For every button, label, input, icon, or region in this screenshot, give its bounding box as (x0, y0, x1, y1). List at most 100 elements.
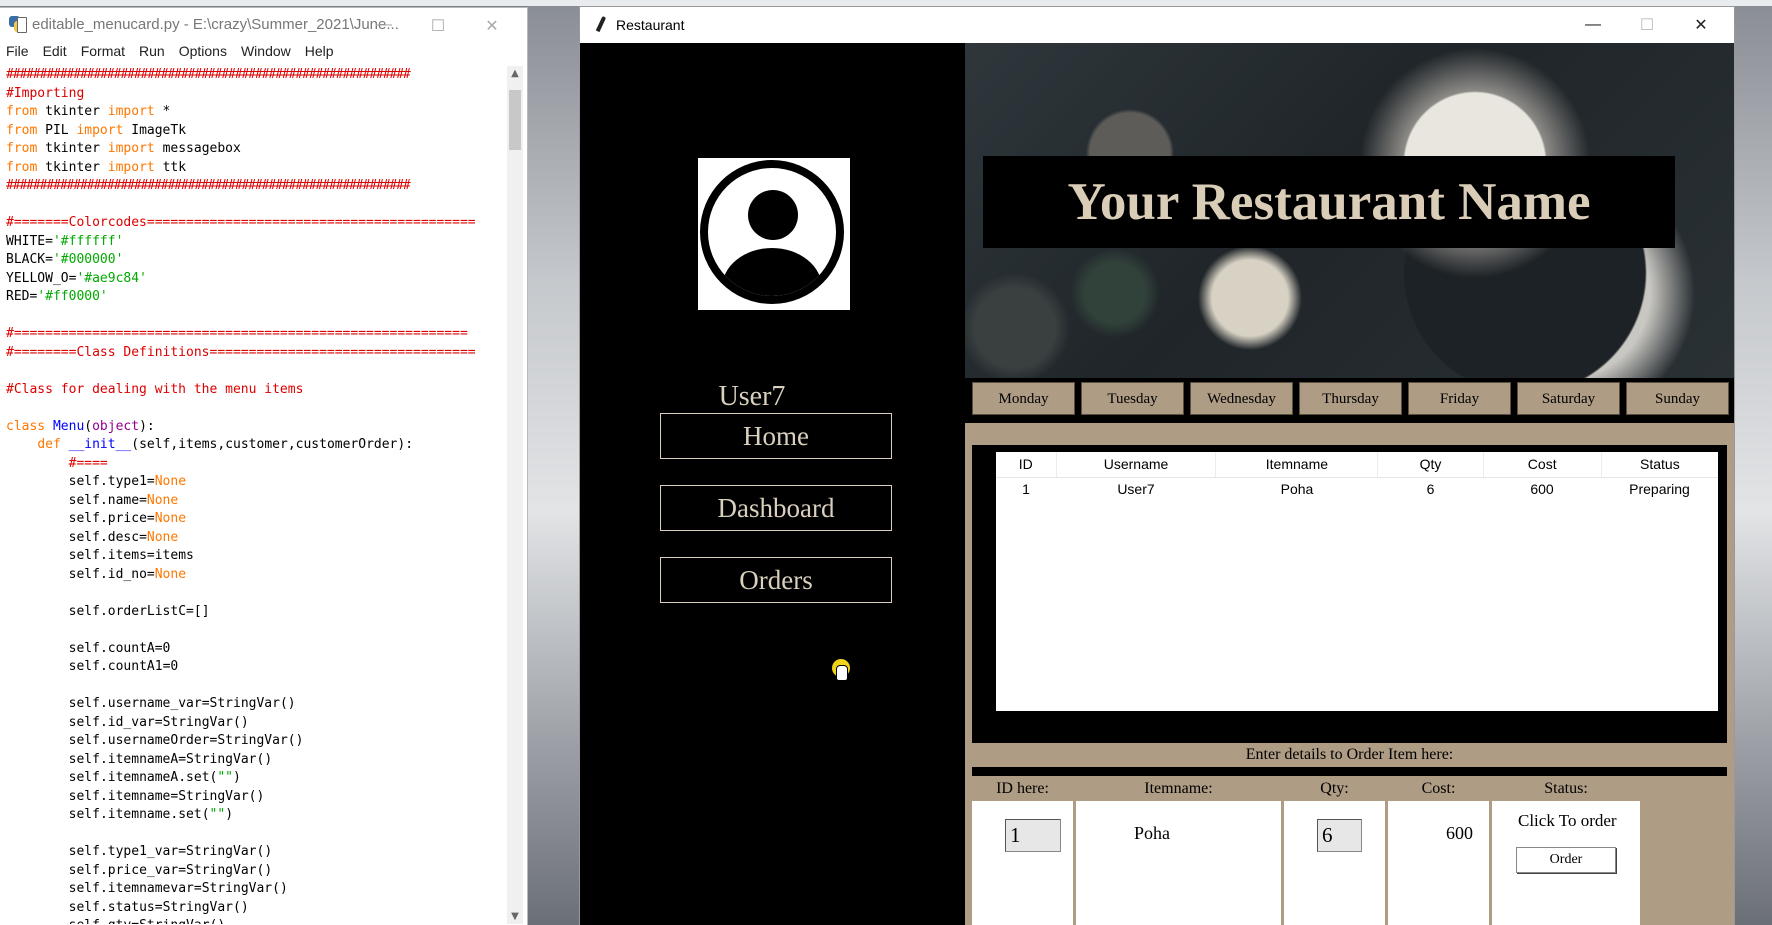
label-cost: Cost: (1421, 780, 1456, 797)
code-line: self.id_var=StringVar() (68, 714, 249, 730)
menu-format[interactable]: Format (81, 43, 125, 59)
label-status: Status: (1544, 780, 1588, 797)
code-line: self.id_no=None (68, 566, 187, 582)
day-button-monday[interactable]: Monday (972, 382, 1075, 415)
main-panel: Your Restaurant Name Monday Tuesday Wedn… (965, 43, 1734, 925)
code-line: self.itemname=StringVar() (68, 788, 265, 804)
editor-scrollbar[interactable]: ▲ ▼ (507, 66, 523, 924)
menu-help[interactable]: Help (305, 43, 334, 59)
cell-cost: 600 (1530, 481, 1554, 497)
menu-edit[interactable]: Edit (43, 43, 67, 59)
code-line: self.status=StringVar() (68, 899, 249, 915)
code-line: BLACK='#000000' (6, 252, 124, 267)
orders-table-frame: ID Username Itemname Qty Cost Status 1 U… (972, 445, 1727, 743)
day-button-friday[interactable]: Friday (1408, 382, 1511, 415)
col-header-username[interactable]: Username (1057, 452, 1217, 477)
scroll-down-arrow-icon[interactable]: ▼ (507, 911, 523, 922)
scroll-thumb[interactable] (509, 90, 521, 150)
label-qty: Qty: (1320, 780, 1349, 797)
day-button-tuesday[interactable]: Tuesday (1081, 382, 1184, 415)
code-line: self.usernameOrder=StringVar() (68, 733, 304, 748)
code-line: self.username_var=StringVar() (68, 696, 296, 711)
entry-col-status: Status: Click To order Order (1492, 776, 1640, 925)
menu-file[interactable]: File (6, 43, 29, 59)
orders-table[interactable]: ID Username Itemname Qty Cost Status 1 U… (996, 452, 1718, 711)
entry-section-title: Enter details to Order Item here: (1245, 746, 1454, 763)
code-line: def __init__(self,items,customer,custome… (37, 437, 414, 452)
day-tabs: Monday Tuesday Wednesday Thursday Friday… (965, 378, 1734, 423)
menu-window[interactable]: Window (241, 43, 291, 59)
code-line: ########################################… (6, 67, 411, 82)
order-button[interactable]: Order (1516, 847, 1616, 873)
day-button-wednesday[interactable]: Wednesday (1190, 382, 1293, 415)
day-button-saturday[interactable]: Saturday (1517, 382, 1620, 415)
code-line: self.price_var=StringVar() (68, 862, 273, 878)
id-input[interactable]: 1 (1005, 819, 1061, 852)
cell-status: Preparing (1629, 481, 1690, 497)
code-line: self.type1=None (68, 474, 187, 489)
code-line: self.orderListC=[] (68, 603, 210, 619)
code-editor-text-area[interactable]: ########################################… (0, 66, 505, 924)
table-row[interactable]: 1 User7 Poha 6 600 Preparing (996, 478, 1718, 500)
code-line: self.itemname.set("") (68, 807, 234, 822)
code-line: ########################################… (6, 178, 411, 193)
restaurant-name-banner: Your Restaurant Name (983, 156, 1675, 248)
menu-run[interactable]: Run (139, 43, 165, 59)
scroll-up-arrow-icon[interactable]: ▲ (507, 68, 523, 79)
minimize-icon[interactable]: — (357, 16, 411, 36)
entry-divider (972, 767, 1727, 776)
restaurant-titlebar[interactable]: Restaurant — ☐ ✕ (580, 7, 1734, 43)
entry-col-id: ID here: 1 (972, 776, 1073, 925)
order-entry-form: ID here: 1 Itemname: Poha Qty: 6 Cost: 6… (972, 776, 1727, 925)
maximize-icon[interactable]: ☐ (411, 16, 465, 36)
code-line: self.countA=0 (68, 640, 171, 656)
code-line: #==== (6, 455, 108, 471)
tk-feather-icon (596, 16, 606, 34)
editor-title-text: editable_menucard.py - E:\crazy\Summer_2… (32, 15, 399, 33)
entry-col-qty: Qty: 6 (1284, 776, 1385, 925)
idle-editor-window: editable_menucard.py - E:\crazy\Summer_2… (0, 8, 527, 925)
code-line: from tkinter import * (6, 104, 171, 119)
close-icon[interactable]: ✕ (1674, 15, 1728, 35)
orders-button[interactable]: Orders (660, 557, 892, 603)
table-header: ID Username Itemname Qty Cost Status (996, 452, 1718, 478)
code-line: #========Class Definitions==============… (6, 344, 476, 360)
col-header-id[interactable]: ID (996, 452, 1057, 477)
code-line: WHITE='#ffffff' (6, 233, 124, 249)
code-line: #=======================================… (6, 326, 468, 341)
col-header-cost[interactable]: Cost (1484, 452, 1602, 477)
close-icon[interactable]: ✕ (465, 16, 519, 36)
col-header-qty[interactable]: Qty (1378, 452, 1484, 477)
restaurant-window: Restaurant — ☐ ✕ User7 Home Dashboard Or… (580, 7, 1734, 925)
qty-input[interactable]: 6 (1317, 819, 1362, 852)
code-line: self.items=items (68, 548, 194, 563)
code-line: self.countA1=0 (68, 659, 179, 674)
code-line: self.itemnameA=StringVar() (68, 751, 273, 767)
maximize-icon[interactable]: ☐ (1620, 15, 1674, 35)
day-button-thursday[interactable]: Thursday (1299, 382, 1402, 415)
username-label: User7 (718, 381, 786, 412)
code-line: class Menu(object): (6, 418, 155, 434)
code-line: #Importing (6, 85, 85, 101)
day-button-sunday[interactable]: Sunday (1626, 382, 1729, 415)
cost-value: 600 (1446, 823, 1473, 843)
code-line: RED='#ff0000' (6, 289, 108, 304)
user-avatar-icon (698, 158, 850, 310)
code-line: self.itemnameA.set("") (68, 770, 241, 785)
minimize-icon[interactable]: — (1566, 16, 1620, 34)
cell-qty: 6 (1426, 481, 1435, 497)
home-button[interactable]: Home (660, 413, 892, 459)
editor-titlebar[interactable]: editable_menucard.py - E:\crazy\Summer_2… (0, 8, 527, 40)
code-line: from tkinter import ttk (6, 159, 187, 175)
col-header-itemname[interactable]: Itemname (1216, 452, 1379, 477)
cell-id: 1 (1022, 481, 1030, 497)
dashboard-button[interactable]: Dashboard (660, 485, 892, 531)
col-header-status[interactable]: Status (1602, 452, 1718, 477)
menu-options[interactable]: Options (179, 43, 227, 59)
entry-col-itemname: Itemname: Poha (1076, 776, 1281, 925)
code-line: self.price=None (68, 511, 187, 526)
